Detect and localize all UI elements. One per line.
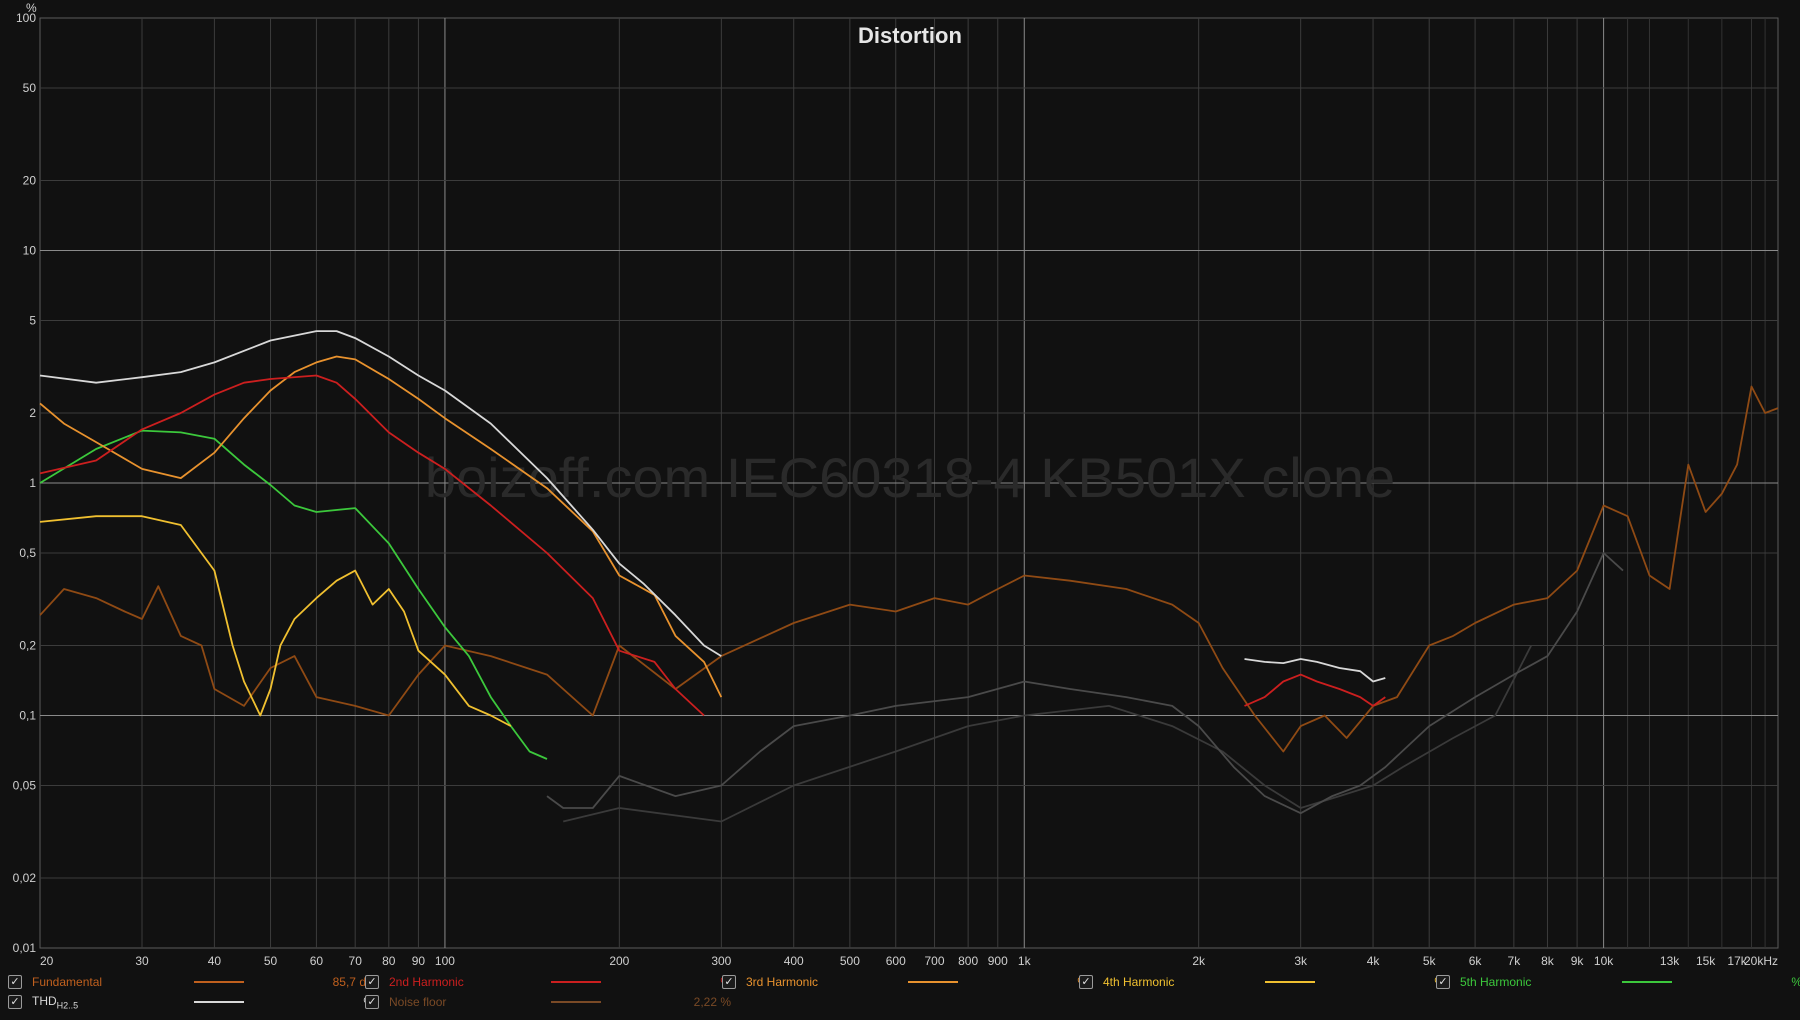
legend-item-thd[interactable]: ✓ THDH2..5 % (8, 992, 374, 1012)
y-tick-label: 1 (29, 476, 36, 490)
legend-item-5th-harmonic[interactable]: ✓ 5th Harmonic% (1436, 972, 1800, 992)
thd-subscript: H2..5 (56, 1000, 79, 1011)
x-tick-label: 2k (1192, 954, 1206, 968)
legend-label: 5th Harmonic (1460, 975, 1532, 989)
x-tick-label: 90 (412, 954, 426, 968)
x-tick-label: 800 (958, 954, 978, 968)
legend-line-sample (194, 981, 244, 983)
legend-value: % (998, 975, 1088, 989)
legend-label: 2nd Harmonic (389, 975, 464, 989)
legend-checkbox[interactable]: ✓ (365, 975, 379, 989)
thd-label-text: THD (32, 993, 57, 1008)
x-tick-label: 30 (135, 954, 149, 968)
legend-label-thd: THDH2..5 (32, 994, 194, 1010)
x-tick-label: 1k (1018, 954, 1032, 968)
x-tick-label: 80 (382, 954, 396, 968)
legend-line-sample (551, 981, 601, 983)
legend-line-thd (194, 1001, 244, 1003)
legend-value: % (1712, 975, 1800, 989)
legend-line-sample (1622, 981, 1672, 983)
x-tick-label: 300 (711, 954, 731, 968)
y-unit-label: % (26, 1, 37, 15)
watermark: boizoff.com IEC60318-4 KB501X clone (425, 446, 1395, 509)
distortion-plot: 100 50 20 10 5 2 1 0,5 0,2 0,1 0,05 0,02 0,01 20 30 40… (13, 1, 1779, 968)
x-tick-label: 20 (40, 954, 54, 968)
legend-item-3rd-harmonic[interactable]: ✓ 3rd Harmonic% (722, 972, 1088, 992)
legend-value-noise-floor: 2,22 % (693, 995, 731, 1009)
y-tick-label: 0,5 (19, 546, 36, 560)
legend-label: Fundamental (32, 975, 103, 989)
legend-checkbox[interactable]: ✓ (722, 975, 736, 989)
legend-line-sample (908, 981, 958, 983)
x-tick-label: 9k (1571, 954, 1585, 968)
x-tick-label: 200 (609, 954, 629, 968)
chart-title: Distortion (858, 23, 962, 48)
legend-checkbox[interactable]: ✓ (1436, 975, 1450, 989)
legend-value-thd: % (284, 995, 374, 1009)
x-tick-label: 100 (435, 954, 455, 968)
y-tick-label: 20 (23, 174, 37, 188)
x-tick-label: 10k (1594, 954, 1614, 968)
x-tick-label: 700 (925, 954, 945, 968)
legend-line-sample (1265, 981, 1315, 983)
legend-checkbox[interactable]: ✓ (1079, 975, 1093, 989)
y-tick-label: 0,1 (19, 709, 36, 723)
y-tick-label: 0,2 (19, 639, 36, 653)
legend-item-fundamental[interactable]: ✓ Fundamental 85,7 dB (8, 972, 374, 992)
legend-value: 85,7 dB (332, 975, 374, 989)
legend-value: % (641, 975, 731, 989)
x-tick-label: 900 (988, 954, 1008, 968)
x-tick-label: 60 (310, 954, 324, 968)
legend-item-4th-harmonic[interactable]: ✓ 4th Harmonic% (1079, 972, 1445, 992)
x-tick-label: 3k (1294, 954, 1308, 968)
x-tick-label: 4k (1367, 954, 1381, 968)
x-tick-label: 20kHz (1744, 954, 1778, 968)
y-tick-label: 0,02 (13, 871, 37, 885)
x-tick-label: 15k (1696, 954, 1716, 968)
x-tick-label: 600 (886, 954, 906, 968)
y-tick-label: 50 (23, 81, 37, 95)
legend-item-noise-floor[interactable]: ✓ Noise floor 2,22 % (365, 992, 731, 1012)
legend-line-noise-floor (551, 1001, 601, 1003)
y-tick-label: 5 (29, 313, 36, 327)
x-tick-label: 40 (208, 954, 222, 968)
legend-item-2nd-harmonic[interactable]: ✓ 2nd Harmonic% (365, 972, 731, 992)
x-axis-labels: 20 30 40 50 60 70 80 90 100 200 300 400 500 600 700 800… (40, 954, 1778, 968)
x-tick-label: 400 (784, 954, 804, 968)
legend-label-noise-floor: Noise floor (389, 995, 447, 1009)
checkbox-thd[interactable]: ✓ (8, 995, 22, 1009)
x-tick-label: 50 (264, 954, 278, 968)
legend-row-totals: ✓ THDH2..5 % ✓ Noise floor 2,22 % (0, 992, 1800, 1012)
y-tick-label: 0,05 (13, 778, 37, 792)
legend: ✓Fundamental85,7 dB✓2nd Harmonic%✓3rd Ha… (0, 972, 1800, 1020)
legend-label: 3rd Harmonic (746, 975, 819, 989)
x-tick-label: 13k (1660, 954, 1680, 968)
y-tick-label: 10 (23, 244, 37, 258)
x-tick-label: 70 (349, 954, 363, 968)
checkbox-noise-floor[interactable]: ✓ (365, 995, 379, 1009)
x-tick-label: 8k (1541, 954, 1555, 968)
y-tick-label: 2 (29, 406, 36, 420)
x-tick-label: 5k (1423, 954, 1437, 968)
legend-checkbox[interactable]: ✓ (8, 975, 22, 989)
y-axis-labels: 1005020105210,50,20,10,050,020,01 (13, 11, 37, 955)
x-tick-label: 500 (840, 954, 860, 968)
legend-label: 4th Harmonic (1103, 975, 1175, 989)
x-tick-label: 6k (1469, 954, 1483, 968)
y-tick-label: 0,01 (13, 941, 37, 955)
x-tick-label: 7k (1508, 954, 1522, 968)
legend-value: % (1355, 975, 1445, 989)
legend-row-harmonics: ✓Fundamental85,7 dB✓2nd Harmonic%✓3rd Ha… (0, 972, 1800, 992)
